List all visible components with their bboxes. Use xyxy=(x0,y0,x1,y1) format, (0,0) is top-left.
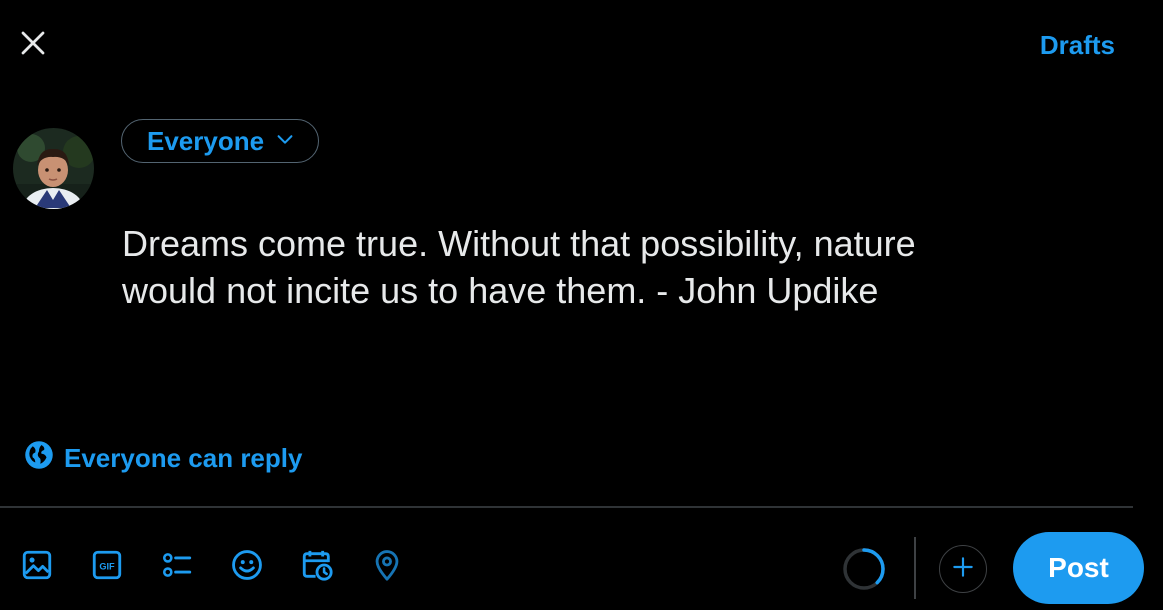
post-button[interactable]: Post xyxy=(1013,532,1144,604)
character-counter xyxy=(841,546,887,592)
divider xyxy=(0,506,1133,508)
schedule-icon xyxy=(300,548,334,587)
emoji-icon xyxy=(230,548,264,587)
add-post-button[interactable] xyxy=(939,545,987,593)
location-icon xyxy=(370,548,404,587)
svg-text:GIF: GIF xyxy=(99,561,115,571)
drafts-link[interactable]: Drafts xyxy=(1040,30,1115,61)
toolbar-separator xyxy=(914,537,916,599)
plus-icon xyxy=(950,554,976,585)
globe-icon xyxy=(24,440,54,477)
close-button[interactable] xyxy=(14,26,52,64)
gif-icon: GIF xyxy=(90,548,124,587)
chevron-down-icon xyxy=(274,126,296,157)
reply-setting-button[interactable]: Everyone can reply xyxy=(24,440,302,477)
schedule-button[interactable] xyxy=(298,548,336,586)
media-icon xyxy=(20,548,54,587)
close-icon xyxy=(18,28,48,63)
avatar[interactable] xyxy=(13,128,94,209)
audience-selector[interactable]: Everyone xyxy=(121,119,320,163)
media-button[interactable] xyxy=(18,548,56,586)
audience-label: Everyone xyxy=(147,125,265,156)
emoji-button[interactable] xyxy=(228,548,266,586)
tweet-text-area[interactable]: Dreams come true. Without that possibili… xyxy=(122,220,1082,314)
gif-button[interactable]: GIF xyxy=(88,548,126,586)
reply-setting-label: Everyone can reply xyxy=(64,443,303,473)
poll-button[interactable] xyxy=(158,548,196,586)
poll-icon xyxy=(160,548,194,587)
location-button[interactable] xyxy=(368,548,406,586)
composer-toolbar: GIF xyxy=(18,548,406,586)
